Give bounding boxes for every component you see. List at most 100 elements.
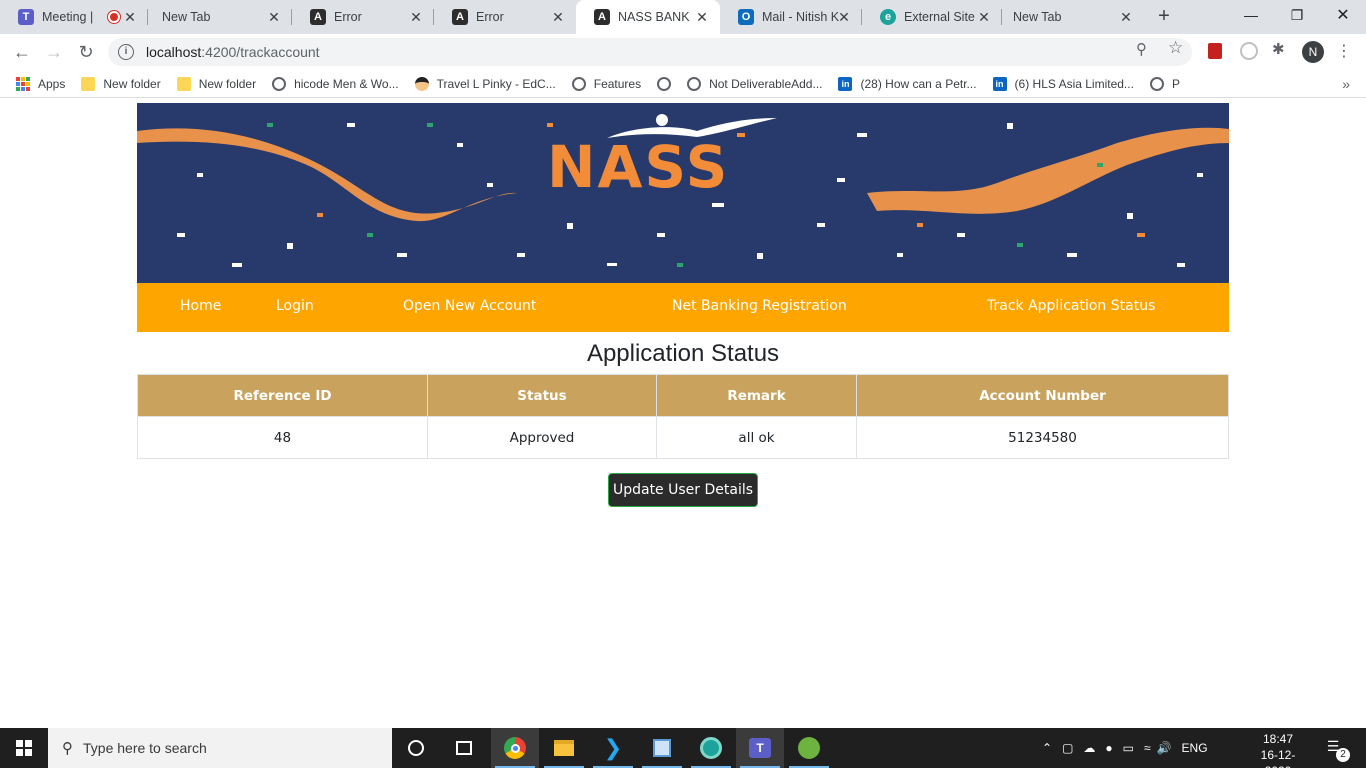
tab-label: Meeting | — [42, 10, 94, 24]
globe-icon — [571, 76, 586, 91]
info-icon[interactable]: i — [118, 44, 134, 60]
tab-label: Error — [334, 10, 362, 24]
bookmark-label: (28) How can a Petr... — [860, 76, 977, 91]
globe-icon — [1149, 76, 1164, 91]
close-icon[interactable]: ✕ — [408, 9, 424, 25]
minimize-button[interactable]: — — [1228, 0, 1274, 30]
address-bar[interactable]: i localhost:4200/trackaccount — [108, 38, 1192, 66]
profile-avatar[interactable]: N — [1302, 41, 1324, 63]
battery-icon[interactable]: ▭ — [1123, 741, 1134, 755]
bookmark-new-folder-2[interactable]: New folder — [176, 76, 256, 91]
bookmark-linkedin-2[interactable]: in (6) HLS Asia Limited... — [992, 76, 1134, 91]
table-row: 48 Approved all ok 51234580 — [137, 416, 1229, 459]
bookmark-not-deliverable[interactable]: Not DeliverableAdd... — [687, 76, 822, 91]
nav-open-new-account[interactable]: Open New Account — [403, 298, 536, 314]
file-explorer-icon[interactable] — [540, 728, 588, 768]
forward-icon[interactable]: → — [42, 40, 66, 64]
linkedin-icon: in — [838, 76, 853, 91]
extension-circle-icon[interactable] — [1240, 42, 1258, 60]
close-icon[interactable]: ✕ — [1118, 9, 1134, 25]
outlook-icon: O — [738, 9, 754, 25]
close-icon[interactable]: ✕ — [550, 9, 566, 25]
tab-new-tab-1[interactable]: New Tab ✕ — [148, 0, 292, 34]
tab-mail[interactable]: O Mail - Nitish K ✕ — [720, 0, 862, 34]
start-button[interactable] — [0, 728, 48, 768]
onedrive-icon[interactable]: ☁ — [1083, 741, 1095, 755]
close-icon[interactable]: ✕ — [122, 9, 138, 25]
close-window-button[interactable]: ✕ — [1320, 0, 1366, 30]
angular-icon: A — [310, 9, 326, 25]
close-icon[interactable]: ✕ — [266, 9, 282, 25]
bookmarks-overflow-icon[interactable]: » — [1342, 76, 1350, 92]
tab-meeting[interactable]: T Meeting | ✕ — [0, 0, 148, 34]
page-content: NASS Home Login Open New Account Net Ban… — [0, 98, 1366, 728]
cortana-icon[interactable] — [392, 728, 440, 768]
bookmark-features[interactable]: Features — [571, 76, 641, 91]
system-clock[interactable]: 18:47 16-12-2020 — [1248, 731, 1308, 779]
notifications-icon[interactable]: ☰ 2 — [1322, 738, 1350, 762]
bookmark-p[interactable]: P — [1149, 76, 1180, 91]
column-header-account-number: Account Number — [856, 374, 1229, 417]
url-path: :4200/trackaccount — [201, 44, 320, 60]
tab-nass-bank[interactable]: A NASS BANK ✕ — [576, 0, 720, 34]
chevron-up-icon[interactable]: ⌃ — [1042, 741, 1052, 755]
search-icon: ⚲ — [62, 740, 73, 757]
nav-track-application-status[interactable]: Track Application Status — [987, 298, 1155, 314]
language-indicator[interactable]: ENG — [1182, 741, 1208, 755]
tab-new-tab-2[interactable]: New Tab ✕ — [1002, 0, 1144, 34]
bookmark-travel[interactable]: Travel L Pinky - EdC... — [414, 76, 556, 91]
nav-net-banking-registration[interactable]: Net Banking Registration — [672, 298, 847, 314]
update-user-details-button[interactable]: Update User Details — [608, 473, 758, 507]
bookmark-hicode[interactable]: hicode Men & Wo... — [272, 76, 399, 91]
column-header-remark: Remark — [656, 374, 857, 417]
meet-now-icon[interactable]: ▢ — [1062, 741, 1073, 755]
close-icon[interactable]: ✕ — [836, 9, 852, 25]
tab-error-1[interactable]: A Error ✕ — [292, 0, 434, 34]
bookmark-linkedin-1[interactable]: in (28) How can a Petr... — [838, 76, 977, 91]
wifi-icon[interactable]: ≈ — [1144, 741, 1151, 755]
tab-label: Error — [476, 10, 504, 24]
taskbar-search[interactable]: ⚲ Type here to search — [48, 728, 392, 768]
task-view-icon[interactable] — [440, 728, 488, 768]
apps-icon — [16, 76, 30, 91]
volume-icon[interactable]: 🔊 — [1157, 741, 1172, 755]
angular-icon: A — [594, 9, 610, 25]
avatar-icon — [414, 76, 429, 91]
vscode-icon[interactable]: ❯ — [589, 728, 637, 768]
site-navbar: Home Login Open New Account Net Banking … — [137, 283, 1229, 332]
banner-image: NASS — [137, 103, 1229, 283]
table-header-row: Reference ID Status Remark Account Numbe… — [137, 374, 1229, 417]
reload-icon[interactable]: ↻ — [74, 40, 98, 64]
zoom-icon[interactable]: ⚲ — [1136, 40, 1147, 58]
back-icon[interactable]: ← — [10, 40, 34, 64]
angular-icon: A — [452, 9, 468, 25]
chrome-taskbar-icon[interactable] — [491, 728, 539, 768]
tab-error-2[interactable]: A Error ✕ — [434, 0, 576, 34]
url-text[interactable]: localhost:4200/trackaccount — [146, 44, 320, 60]
close-icon[interactable]: ✕ — [976, 9, 992, 25]
nav-login[interactable]: Login — [276, 298, 314, 314]
restore-button[interactable]: ❐ — [1274, 0, 1320, 30]
new-tab-button[interactable]: + — [1152, 5, 1176, 29]
edge-taskbar-icon[interactable] — [687, 728, 735, 768]
spring-tool-icon[interactable] — [785, 728, 833, 768]
extensions-puzzle-icon[interactable]: ✱ — [1272, 40, 1285, 58]
star-icon[interactable]: ☆ — [1168, 38, 1183, 58]
bookmark-apps[interactable]: Apps — [16, 76, 65, 91]
microphone-icon[interactable]: ● — [1105, 741, 1112, 755]
edge-icon: e — [880, 9, 896, 25]
bookmark-label: (6) HLS Asia Limited... — [1014, 76, 1134, 91]
globe-icon — [687, 76, 702, 91]
tab-external-site[interactable]: e External Site ✕ — [862, 0, 1002, 34]
folder-icon — [176, 76, 191, 91]
recording-icon — [108, 11, 120, 23]
bookmark-globe[interactable] — [657, 76, 672, 91]
close-icon[interactable]: ✕ — [694, 9, 710, 25]
extension-book-icon[interactable] — [1208, 43, 1222, 59]
cell-account-number: 51234580 — [856, 416, 1229, 459]
nav-home[interactable]: Home — [180, 298, 221, 314]
teams-taskbar-icon[interactable]: T — [736, 728, 784, 768]
menu-icon[interactable]: ⋮ — [1336, 41, 1352, 63]
app-window-icon[interactable] — [638, 728, 686, 768]
bookmark-new-folder-1[interactable]: New folder — [81, 76, 161, 91]
